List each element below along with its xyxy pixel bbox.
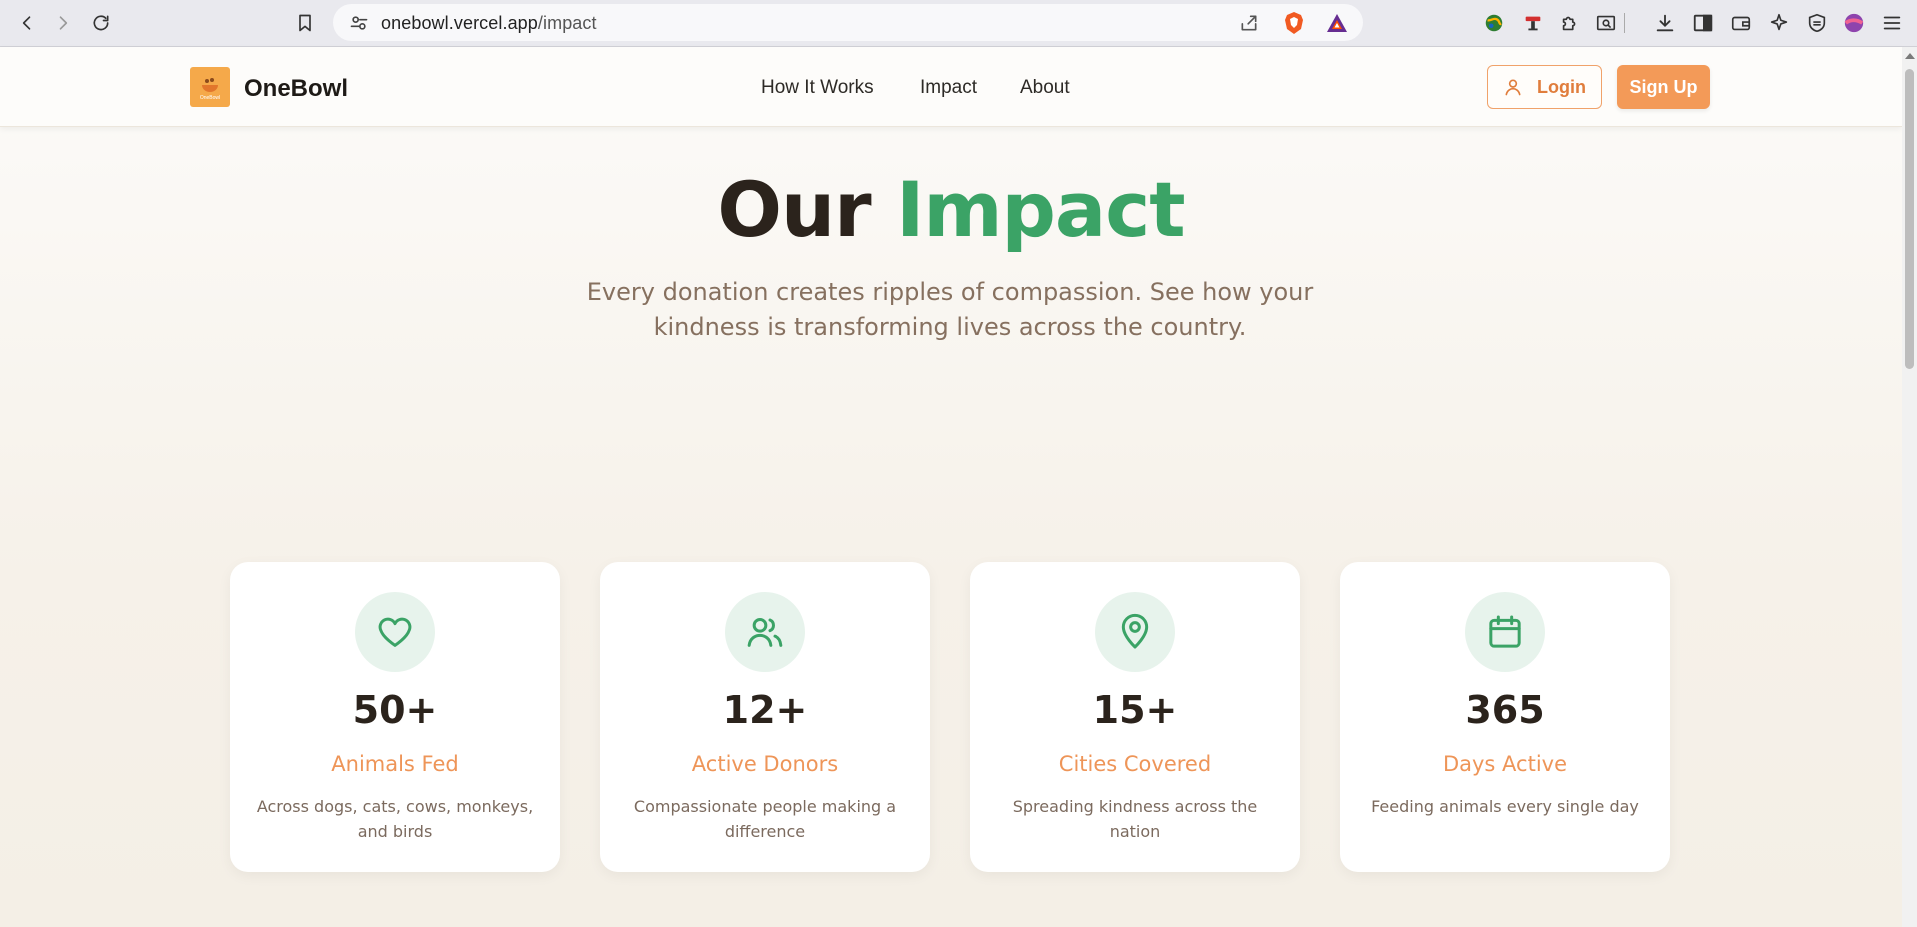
stat-description: Compassionate people making a difference (633, 797, 897, 841)
leo-ai-button[interactable] (1767, 11, 1791, 35)
site-header: OneBowl OneBowl How It Works Impact Abou… (0, 47, 1902, 127)
address-bar[interactable]: onebowl.vercel.app/impact (333, 4, 1363, 41)
stat-card-animals-fed: 50+ Animals Fed Across dogs, cats, cows,… (230, 562, 560, 872)
url-host: onebowl.vercel.app (381, 13, 538, 33)
stat-description: Feeding animals every single day (1371, 797, 1639, 816)
stat-icon-circle (1465, 592, 1545, 672)
stat-value: 12+ (722, 688, 808, 732)
stat-card-days-active: 365 Days Active Feeding animals every si… (1340, 562, 1670, 872)
brand-name[interactable]: OneBowl (244, 75, 348, 103)
wallet-button[interactable] (1729, 11, 1753, 35)
login-label: Login (1537, 76, 1586, 97)
reader-mode-button[interactable] (1594, 11, 1618, 35)
users-icon (747, 618, 783, 647)
forward-button[interactable] (48, 8, 78, 38)
extension-red-icon[interactable] (1521, 11, 1545, 35)
back-button[interactable] (12, 8, 42, 38)
extension-globe-icon[interactable] (1482, 11, 1506, 35)
profile-button[interactable] (1842, 11, 1866, 35)
url-text: onebowl.vercel.app/impact (381, 13, 597, 34)
brave-shields-icon[interactable] (1283, 11, 1305, 35)
scroll-up-arrow-icon[interactable] (1905, 53, 1915, 59)
extensions-button[interactable] (1558, 11, 1582, 35)
signup-button[interactable]: Sign Up (1617, 65, 1710, 109)
heart-icon (378, 617, 412, 647)
profile-avatar-icon (1844, 13, 1864, 33)
downloads-button[interactable] (1653, 11, 1677, 35)
bookmark-button[interactable] (290, 8, 320, 38)
stat-icon-circle (355, 592, 435, 672)
map-pin-icon (1121, 613, 1149, 649)
logo[interactable]: OneBowl (190, 67, 230, 107)
login-button[interactable]: Login (1487, 65, 1602, 109)
url-path: /impact (537, 13, 597, 33)
page-viewport: OneBowl OneBowl How It Works Impact Abou… (0, 47, 1902, 927)
logo-wordmark: OneBowl (200, 95, 220, 101)
nav-about[interactable]: About (1020, 77, 1070, 99)
arrow-left-icon (22, 16, 31, 30)
vpn-button[interactable] (1805, 11, 1829, 35)
sidebar-icon (1693, 14, 1713, 32)
stat-description: Spreading kindness across the nation (1012, 797, 1258, 841)
stat-icon-circle (725, 592, 805, 672)
nav-impact[interactable]: Impact (920, 77, 977, 99)
stat-value: 50+ (352, 688, 438, 732)
globe-icon (1485, 14, 1503, 32)
shield-icon (1808, 13, 1826, 33)
divider-line (1623, 13, 1625, 33)
brave-rewards-icon[interactable] (1326, 12, 1348, 34)
stat-icon-circle (1095, 592, 1175, 672)
sidebar-button[interactable] (1691, 11, 1715, 35)
bowl-logo-icon: OneBowl (200, 78, 220, 101)
stat-value: 365 (1465, 688, 1545, 732)
stat-label: Days Active (1442, 752, 1568, 776)
nav-how-it-works[interactable]: How It Works (761, 77, 874, 99)
menu-button[interactable] (1880, 11, 1904, 35)
stat-label: Cities Covered (1058, 752, 1212, 776)
toolbar-divider (1622, 11, 1626, 35)
stat-label: Animals Fed (331, 752, 459, 776)
hamburger-icon (1883, 16, 1901, 30)
user-icon (1505, 79, 1521, 96)
bookmark-icon (299, 14, 311, 32)
title-accent: Impact (896, 165, 1186, 254)
puzzle-icon (1562, 16, 1576, 31)
title-main: Our (717, 165, 871, 254)
download-icon (1656, 14, 1674, 32)
page-subtitle: Every donation creates ripples of compas… (586, 278, 1314, 341)
wallet-icon (1731, 16, 1751, 31)
scroll-thumb[interactable] (1905, 69, 1914, 369)
stamp-icon (1525, 16, 1541, 31)
calendar-icon (1489, 615, 1521, 648)
sparkle-icon (1770, 13, 1788, 31)
reload-button[interactable] (86, 8, 116, 38)
browser-toolbar: onebowl.vercel.app/impact (0, 0, 1917, 47)
arrow-right-icon (59, 16, 68, 30)
share-icon[interactable] (1239, 13, 1259, 33)
stat-card-cities-covered: 15+ Cities Covered Spreading kindness ac… (970, 562, 1300, 872)
stat-card-active-donors: 12+ Active Donors Compassionate people m… (600, 562, 930, 872)
page-title: Our Impact (0, 165, 1902, 254)
site-settings-icon[interactable] (349, 13, 369, 33)
page-scrollbar[interactable] (1902, 47, 1917, 927)
stat-value: 15+ (1092, 688, 1178, 732)
stat-description: Across dogs, cats, cows, monkeys, and bi… (256, 797, 534, 841)
reload-icon (93, 15, 109, 31)
reader-icon (1596, 15, 1616, 31)
stat-label: Active Donors (691, 752, 839, 776)
